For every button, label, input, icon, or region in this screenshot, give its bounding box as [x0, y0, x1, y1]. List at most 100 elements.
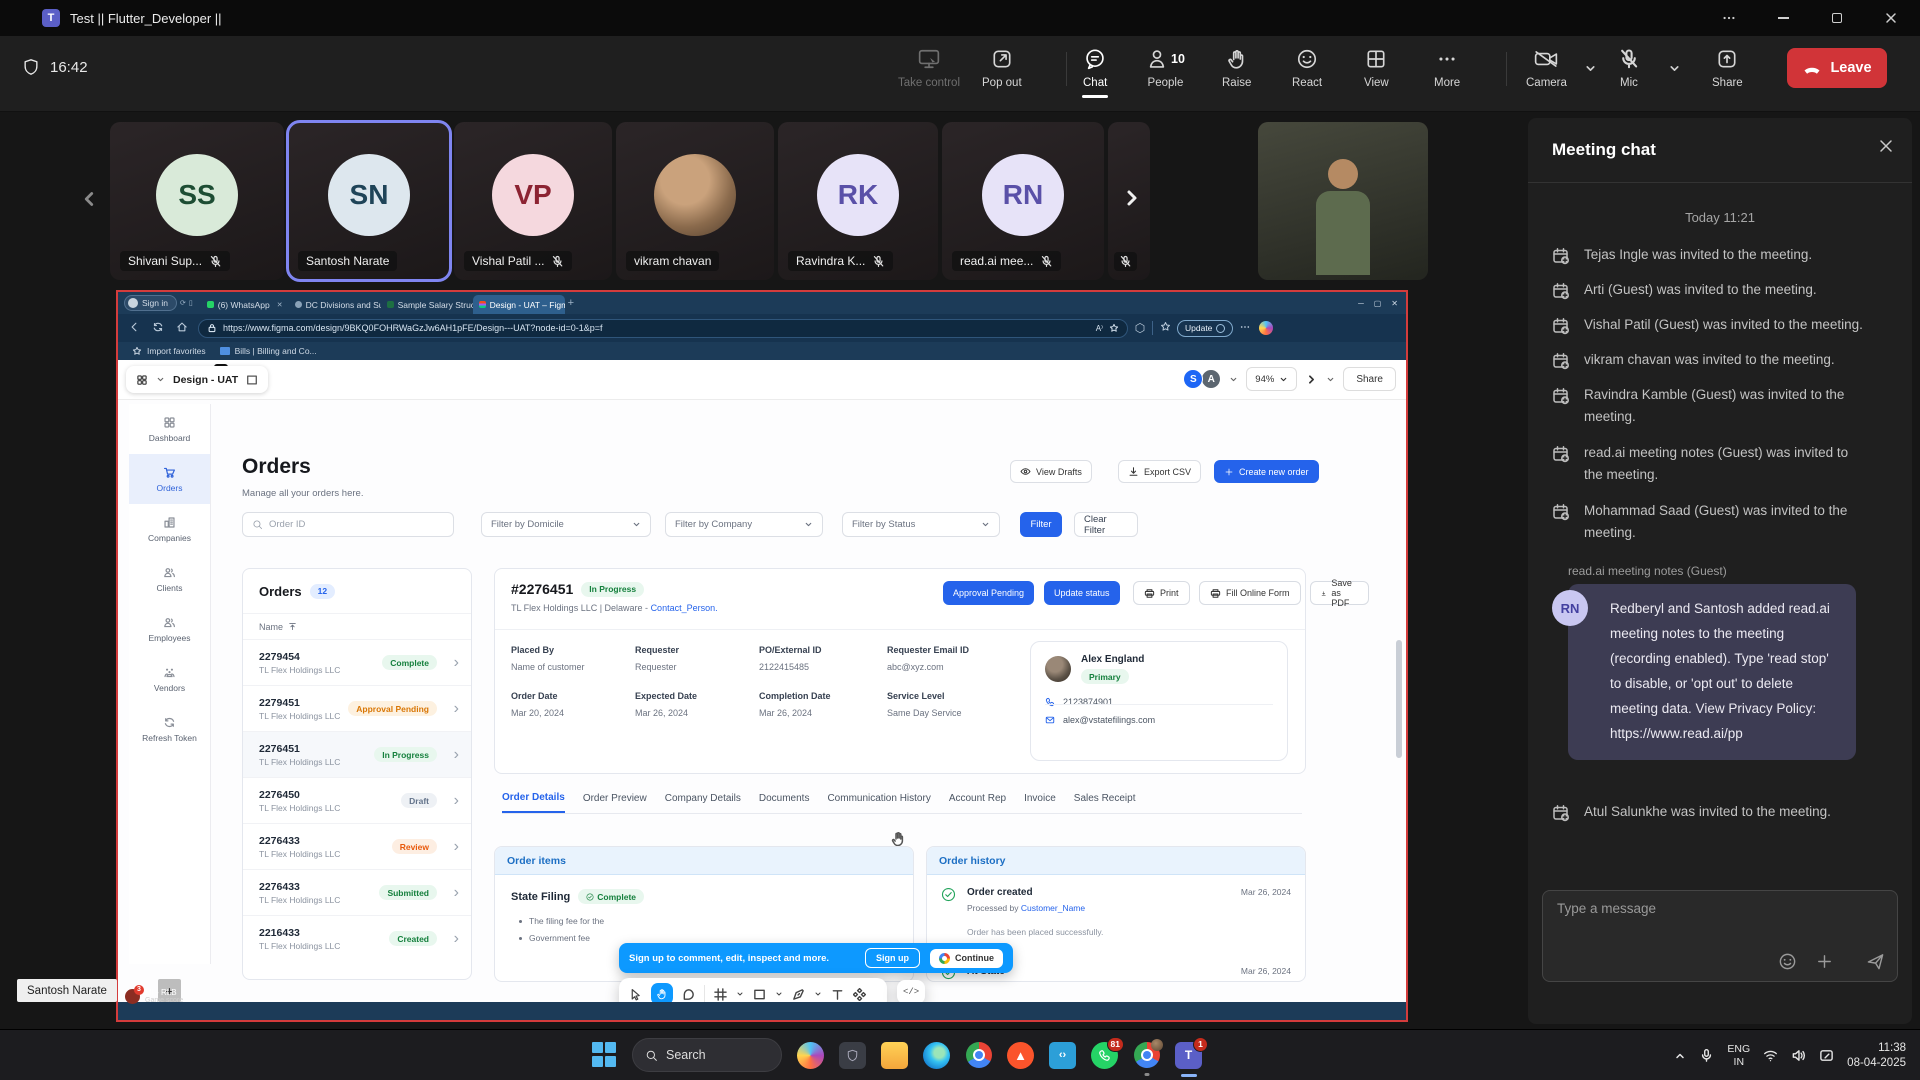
- filter-domicile-select[interactable]: Filter by Domicile: [481, 512, 651, 537]
- pop-out-button[interactable]: Pop out: [982, 48, 1022, 89]
- whatsapp-icon[interactable]: 81: [1091, 1042, 1118, 1069]
- save-as-pdf-button[interactable]: Save as PDF: [1310, 581, 1369, 605]
- chat-close-icon[interactable]: [1878, 138, 1894, 159]
- chrome-profile-icon[interactable]: [1133, 1042, 1160, 1069]
- tab-company-details[interactable]: Company Details: [665, 793, 741, 812]
- bookmark-import[interactable]: Import favorites: [132, 346, 206, 356]
- order-row[interactable]: 2276433TL Flex Holdings LLCReview›: [243, 823, 471, 869]
- view-button[interactable]: View: [1364, 48, 1389, 89]
- sort-arrow-icon[interactable]: [288, 622, 297, 631]
- attach-plus-icon[interactable]: [1815, 952, 1834, 971]
- emoji-icon[interactable]: [1778, 952, 1797, 971]
- move-tool-icon[interactable]: [629, 988, 642, 1001]
- brave-icon[interactable]: ▲: [1007, 1042, 1034, 1069]
- share-screen-button[interactable]: Share: [1712, 48, 1743, 89]
- language-indicator[interactable]: ENGIN: [1727, 1043, 1750, 1067]
- sidebar-item-vendors[interactable]: Vendors: [129, 654, 210, 704]
- chevron-down-icon[interactable]: [814, 990, 822, 998]
- video-tile-active-speaker[interactable]: SN Santosh Narate: [288, 122, 450, 280]
- start-button[interactable]: [592, 1042, 618, 1068]
- frame-tool-icon[interactable]: [714, 988, 727, 1001]
- back-icon[interactable]: [122, 321, 146, 336]
- favorites-icon[interactable]: [1153, 321, 1177, 335]
- continue-google-button[interactable]: Continue: [930, 949, 1003, 968]
- more-button[interactable]: More: [1434, 48, 1460, 89]
- browser-tab-whatsapp[interactable]: (6) WhatsApp✕: [201, 295, 289, 314]
- contact-phone[interactable]: 2123874901: [1063, 697, 1113, 707]
- video-tile[interactable]: RN read.ai mee...: [942, 122, 1104, 280]
- column-header-name[interactable]: Name: [259, 622, 283, 632]
- filter-company-select[interactable]: Filter by Company: [665, 512, 823, 537]
- file-explorer-icon[interactable]: [881, 1042, 908, 1069]
- browser-close-icon[interactable]: ✕: [1391, 299, 1398, 308]
- browser-signin-button[interactable]: Sign in: [124, 295, 177, 311]
- raise-hand-button[interactable]: Raise: [1222, 48, 1251, 89]
- order-row[interactable]: 2276433TL Flex Holdings LLCSubmitted›: [243, 869, 471, 915]
- send-icon[interactable]: [1866, 952, 1885, 971]
- sidebar-item-clients[interactable]: Clients: [129, 554, 210, 604]
- tab-account-rep[interactable]: Account Rep: [949, 793, 1006, 812]
- sidebar-item-orders[interactable]: Orders: [129, 454, 210, 504]
- update-status-button[interactable]: Update status: [1044, 581, 1120, 605]
- comment-tool-icon[interactable]: [682, 988, 695, 1001]
- create-new-order-button[interactable]: Create new order: [1214, 460, 1319, 483]
- chevron-down-icon[interactable]: [1326, 375, 1335, 384]
- sign-up-button[interactable]: Sign up: [865, 948, 920, 968]
- refresh-icon[interactable]: [146, 321, 170, 336]
- order-row[interactable]: 2216433TL Flex Holdings LLCCreated›: [243, 915, 471, 961]
- component-tool-icon[interactable]: [853, 988, 866, 1001]
- tray-mic-icon[interactable]: [1699, 1048, 1714, 1063]
- copilot-icon[interactable]: [1259, 321, 1273, 335]
- chevron-down-icon[interactable]: [156, 375, 165, 384]
- order-row[interactable]: 2276450TL Flex Holdings LLCDraft›: [243, 777, 471, 823]
- edge-icon[interactable]: [923, 1042, 950, 1069]
- zoom-control[interactable]: 94%: [1246, 367, 1297, 391]
- tab-communication-history[interactable]: Communication History: [827, 793, 930, 812]
- hand-tool-icon-active[interactable]: [651, 983, 673, 1002]
- tab-sales-receipt[interactable]: Sales Receipt: [1074, 793, 1136, 812]
- leave-button[interactable]: Leave: [1787, 48, 1887, 88]
- tray-chevron-icon[interactable]: [1674, 1050, 1686, 1062]
- chat-input-box[interactable]: [1542, 890, 1898, 982]
- collaborator-avatar[interactable]: S: [1183, 369, 1203, 389]
- tiles-scroll-left-icon[interactable]: [78, 188, 100, 210]
- extensions-icon[interactable]: ⬡: [1128, 321, 1152, 335]
- app-icon-shield[interactable]: [839, 1042, 866, 1069]
- order-row[interactable]: 2279454TL Flex Holdings LLCComplete›: [243, 639, 471, 685]
- order-row-selected[interactable]: 2276451TL Flex Holdings LLCIn Progress›: [243, 731, 471, 777]
- browser-extension-icon[interactable]: ⟳: [180, 299, 186, 307]
- filter-button[interactable]: Filter: [1020, 512, 1062, 537]
- order-row[interactable]: 2279451TL Flex Holdings LLCApproval Pend…: [243, 685, 471, 731]
- video-tile[interactable]: SS Shivani Sup...: [110, 122, 284, 280]
- tiles-scroll-right-icon[interactable]: [1120, 186, 1144, 210]
- tab-order-preview[interactable]: Order Preview: [583, 793, 647, 812]
- print-button[interactable]: Print: [1133, 581, 1190, 605]
- layout-icon[interactable]: [246, 374, 258, 386]
- mic-chevron-icon[interactable]: [1668, 62, 1681, 80]
- camera-button[interactable]: Camera: [1526, 48, 1567, 89]
- browser-minimize-icon[interactable]: ─: [1358, 299, 1364, 308]
- wifi-icon[interactable]: [1763, 1048, 1778, 1063]
- maximize-button[interactable]: [1814, 0, 1860, 36]
- teams-taskbar-icon[interactable]: T1: [1175, 1042, 1202, 1069]
- tab-order-details[interactable]: Order Details: [502, 792, 565, 813]
- filter-status-select[interactable]: Filter by Status: [842, 512, 1000, 537]
- browser-tab-figma-active[interactable]: Design - UAT – Figma✕: [473, 295, 565, 314]
- video-tile-camera-on[interactable]: [1258, 122, 1428, 280]
- tab-documents[interactable]: Documents: [759, 793, 810, 812]
- chrome-icon[interactable]: [965, 1042, 992, 1069]
- video-tile[interactable]: RK Ravindra K...: [778, 122, 938, 280]
- mic-button[interactable]: Mic: [1618, 48, 1640, 89]
- home-icon[interactable]: [170, 321, 194, 336]
- titlebar-more-icon[interactable]: [1706, 0, 1752, 36]
- chevron-down-icon[interactable]: [736, 990, 744, 998]
- read-aloud-icon[interactable]: A⁾: [1096, 324, 1103, 333]
- shape-tool-icon[interactable]: [753, 988, 766, 1001]
- tab-close-icon[interactable]: ✕: [277, 301, 283, 309]
- sidebar-item-dashboard[interactable]: Dashboard: [129, 404, 210, 454]
- people-button[interactable]: 10People: [1146, 48, 1185, 89]
- minimize-button[interactable]: [1760, 0, 1806, 36]
- text-tool-icon[interactable]: [831, 988, 844, 1001]
- copilot-taskbar-icon[interactable]: [797, 1042, 824, 1069]
- pen-tool-icon[interactable]: [792, 988, 805, 1001]
